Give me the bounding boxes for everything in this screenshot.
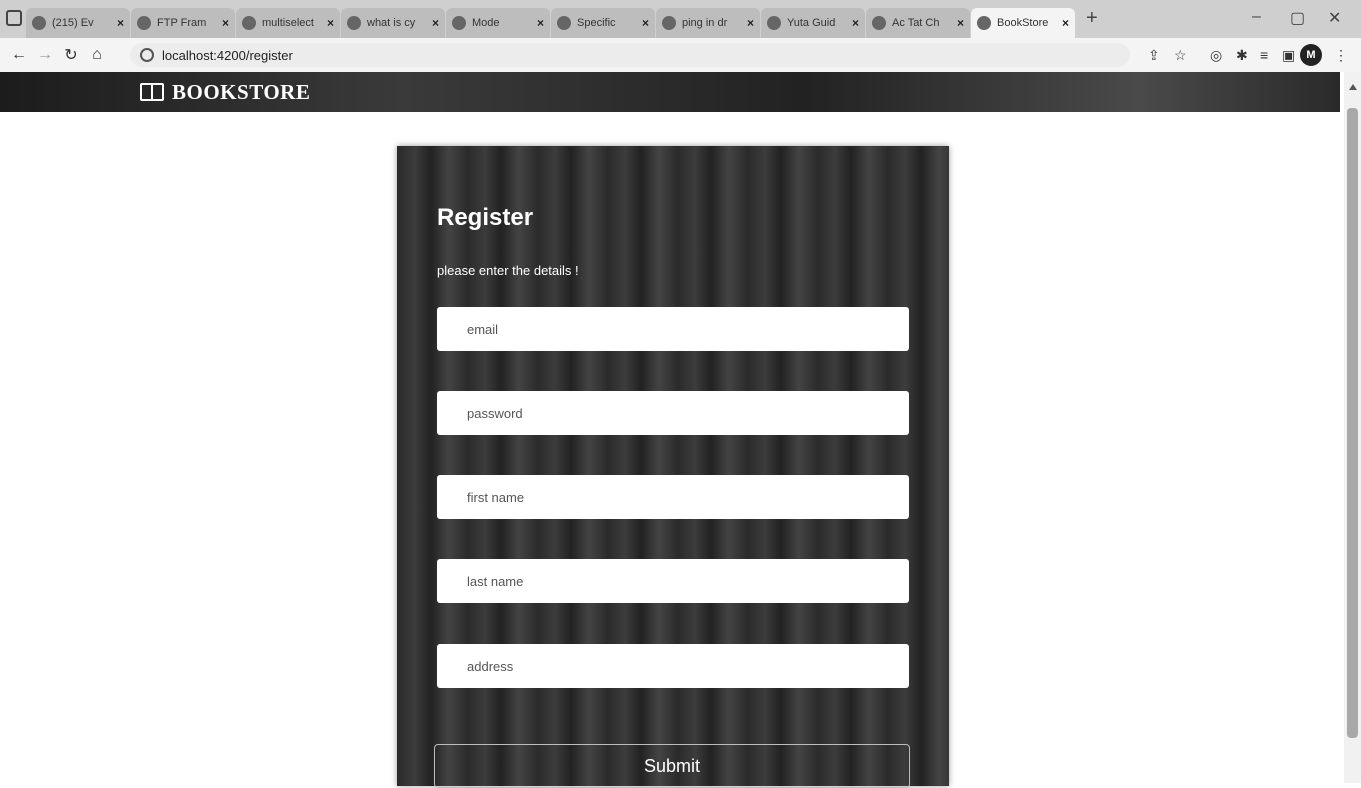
password-field[interactable] — [437, 391, 909, 435]
tab-favicon-icon — [32, 16, 46, 30]
window-close-icon[interactable]: ✕ — [1328, 8, 1341, 28]
close-icon[interactable]: × — [852, 16, 859, 30]
tab-favicon-icon — [872, 16, 886, 30]
form-title: Register — [437, 204, 534, 231]
page-scrollbar[interactable] — [1344, 72, 1361, 783]
share-icon[interactable]: ⇪ — [1148, 47, 1160, 64]
tab-title: Yuta Guid — [787, 17, 836, 29]
puzzle-icon[interactable]: ✱ — [1236, 47, 1248, 64]
browser-tab-active[interactable]: BookStore × — [971, 8, 1075, 38]
tab-favicon-icon — [452, 16, 466, 30]
minimize-icon[interactable]: – — [1252, 8, 1261, 26]
tab-title: Specific — [577, 17, 616, 29]
browser-tab[interactable]: (215) Ev × — [26, 8, 130, 38]
browser-toolbar: ← → ↻ ⌂ localhost:4200/register ⇪ ☆ ◎ ✱ … — [0, 38, 1361, 72]
forward-icon[interactable]: → — [32, 46, 58, 64]
close-icon[interactable]: × — [747, 16, 754, 30]
brand-logo[interactable]: BOOKSTORE — [172, 80, 310, 105]
browser-tab[interactable]: FTP Fram × — [131, 8, 235, 38]
last-name-field[interactable] — [437, 559, 909, 603]
scrollbar-thumb[interactable] — [1347, 108, 1358, 738]
browser-tab[interactable]: Mode × — [446, 8, 550, 38]
browser-tab[interactable]: multiselect × — [236, 8, 340, 38]
register-card: Register please enter the details ! Subm… — [397, 146, 949, 788]
browser-tab[interactable]: Specific × — [551, 8, 655, 38]
profile-avatar[interactable]: M — [1300, 44, 1322, 66]
tab-title: what is cy — [367, 17, 416, 29]
extension-icon[interactable]: ◎ — [1210, 47, 1222, 64]
more-menu-icon[interactable]: ⋮ — [1334, 47, 1348, 64]
side-panel-icon[interactable]: ▣ — [1282, 47, 1295, 64]
tab-title: BookStore — [997, 17, 1049, 29]
address-field[interactable] — [437, 644, 909, 688]
close-icon[interactable]: × — [117, 16, 124, 30]
tab-favicon-icon — [242, 16, 256, 30]
tab-favicon-icon — [137, 16, 151, 30]
url-text: localhost:4200/register — [162, 47, 293, 63]
form-subtitle: please enter the details ! — [437, 263, 579, 278]
first-name-field[interactable] — [437, 475, 909, 519]
app-header: BOOKSTORE — [0, 72, 1340, 112]
tab-favicon-icon — [347, 16, 361, 30]
bookmark-star-icon[interactable]: ☆ — [1174, 47, 1187, 64]
close-icon[interactable]: × — [1062, 16, 1069, 30]
tab-favicon-icon — [662, 16, 676, 30]
site-info-icon[interactable] — [140, 48, 154, 62]
back-icon[interactable]: ← — [6, 46, 32, 64]
browser-tab-strip: (215) Ev × FTP Fram × multiselect × what is… — [0, 0, 1361, 38]
browser-tab[interactable]: Yuta Guid × — [761, 8, 865, 38]
tab-title: (215) Ev — [52, 17, 94, 29]
tab-favicon-icon — [557, 16, 571, 30]
close-icon[interactable]: × — [327, 16, 334, 30]
close-icon[interactable]: × — [222, 16, 229, 30]
address-bar[interactable]: localhost:4200/register — [130, 43, 1130, 67]
email-field[interactable] — [437, 307, 909, 351]
close-icon[interactable]: × — [537, 16, 544, 30]
tab-title: ping in dr — [682, 17, 728, 29]
new-tab-button[interactable]: + — [1086, 7, 1098, 30]
maximize-icon[interactable]: ▢ — [1290, 8, 1305, 28]
close-icon[interactable]: × — [642, 16, 649, 30]
browser-tab[interactable]: what is cy × — [341, 8, 445, 38]
tab-title: FTP Fram — [157, 17, 207, 29]
tab-title: multiselect — [262, 17, 314, 29]
close-icon[interactable]: × — [432, 16, 439, 30]
submit-button[interactable]: Submit — [434, 744, 910, 788]
tab-search-icon[interactable] — [6, 10, 22, 26]
reload-icon[interactable]: ↻ — [58, 45, 84, 65]
book-icon — [140, 83, 164, 101]
tab-title: Mode — [472, 17, 500, 29]
reading-list-icon[interactable]: ≡ — [1260, 47, 1268, 63]
tab-title: Ac Tat Ch — [892, 17, 940, 29]
scroll-up-icon[interactable] — [1349, 84, 1357, 90]
tab-favicon-icon — [767, 16, 781, 30]
browser-tab[interactable]: Ac Tat Ch × — [866, 8, 970, 38]
close-icon[interactable]: × — [957, 16, 964, 30]
home-icon[interactable]: ⌂ — [84, 46, 110, 64]
angular-favicon-icon — [977, 16, 991, 30]
browser-tab[interactable]: ping in dr × — [656, 8, 760, 38]
